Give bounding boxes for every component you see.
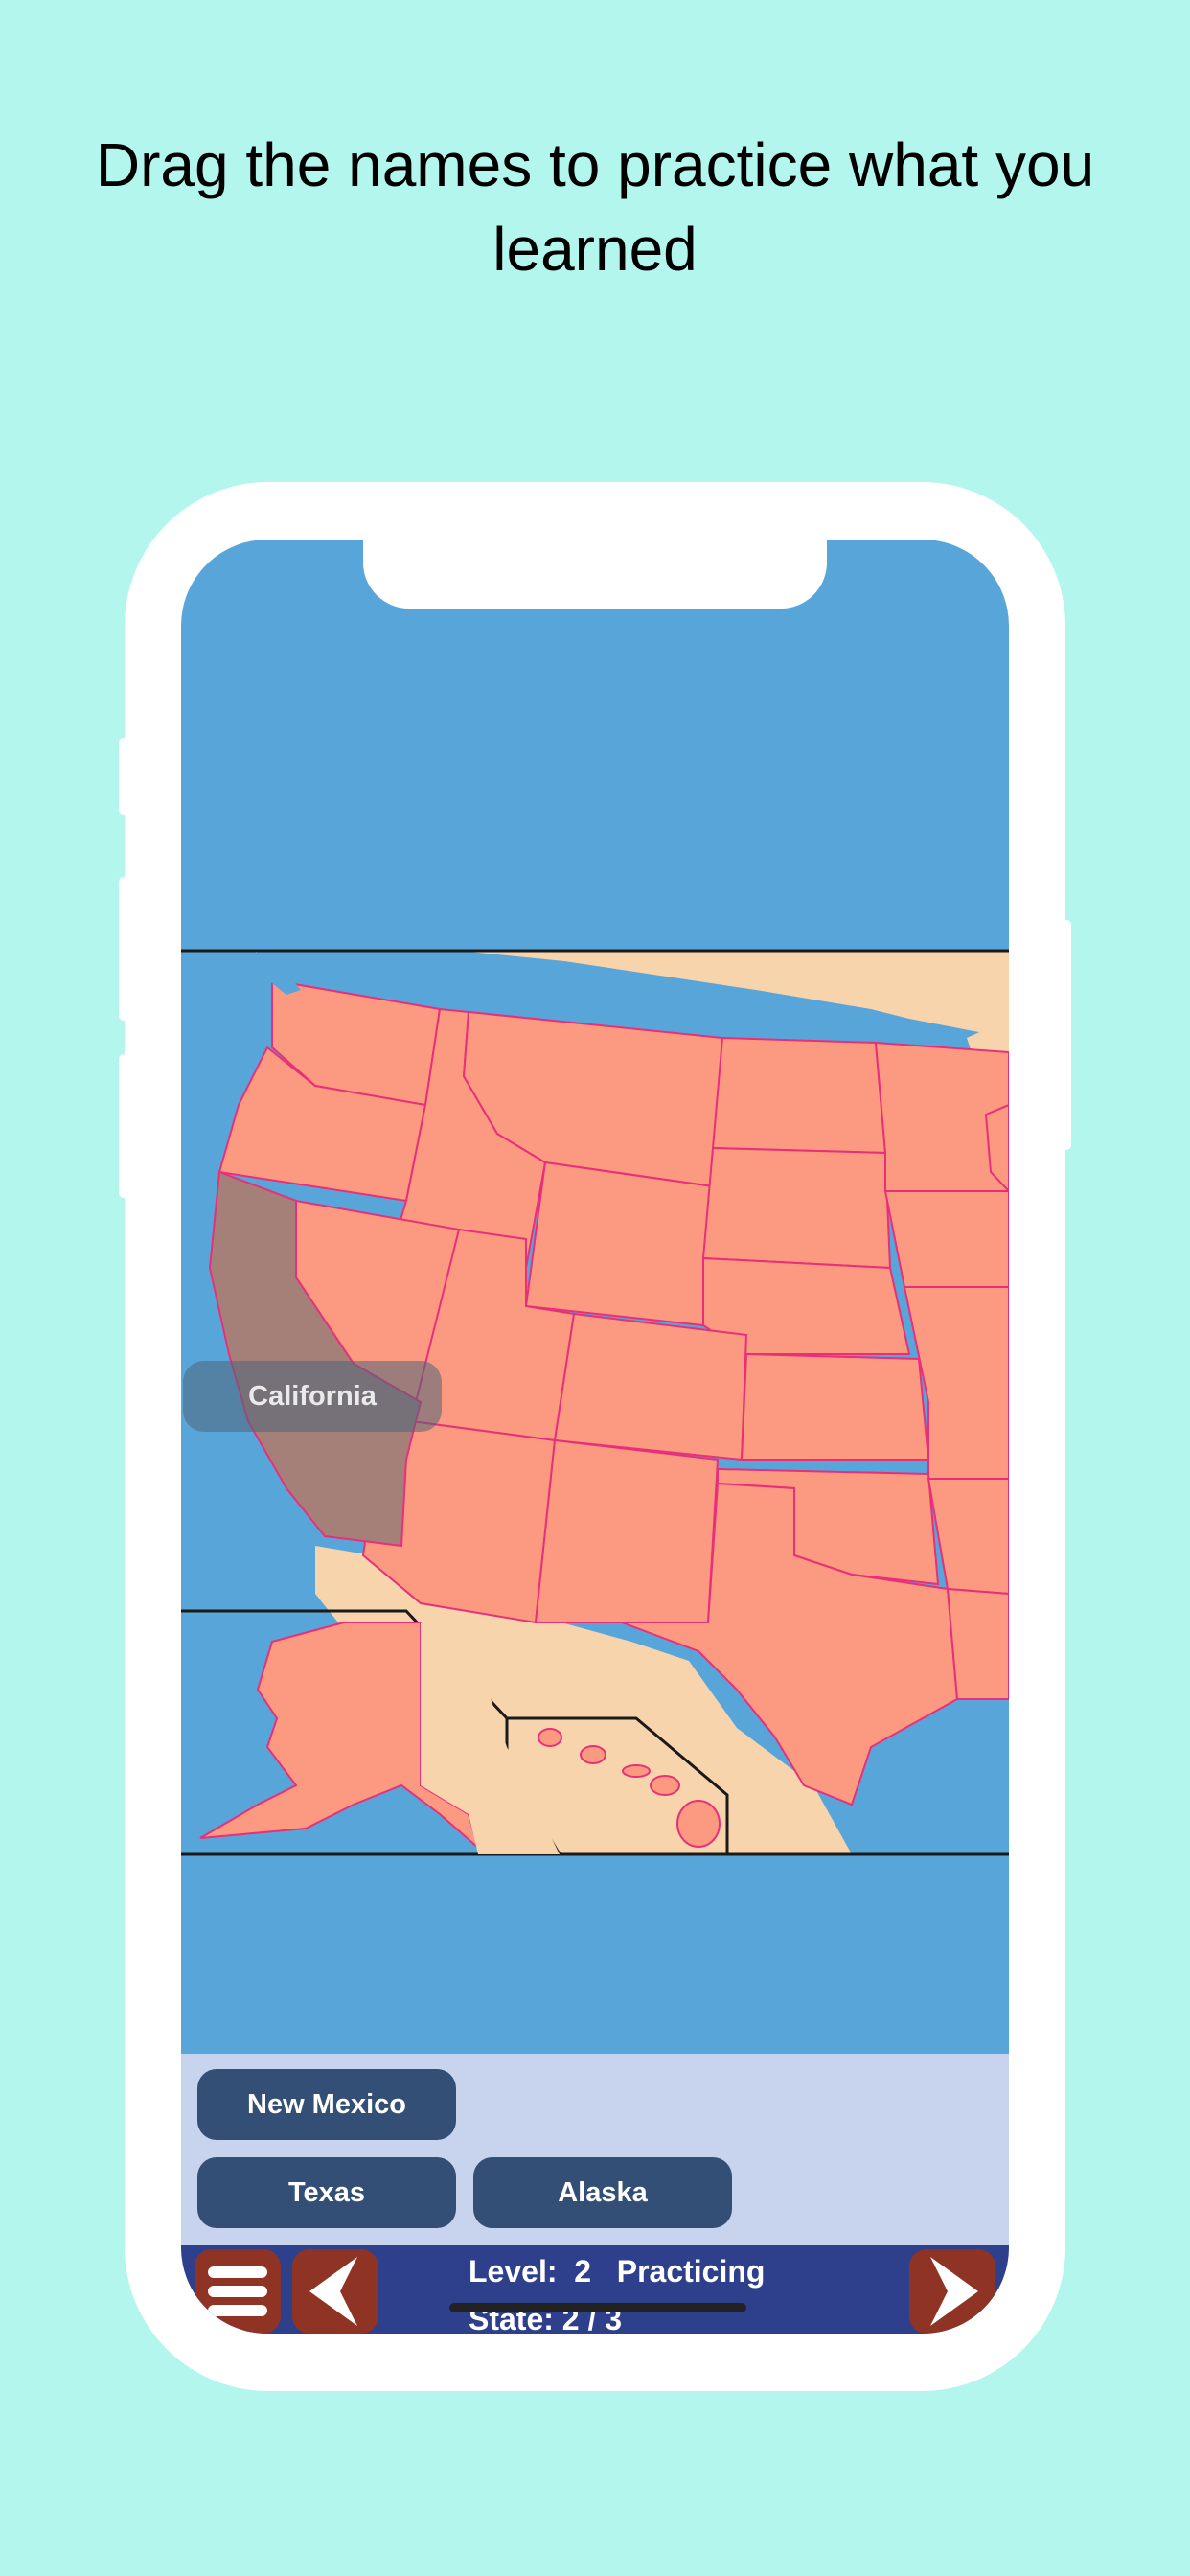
hawaii-molokai [622,1764,651,1778]
hamburger-menu-icon [208,2266,267,2316]
home-indicator[interactable] [449,2303,746,2312]
phone-notch [363,540,827,609]
name-chip-texas[interactable]: Texas [197,2157,456,2228]
state-louisiana [946,1587,1009,1700]
hawaii-maui [650,1775,680,1796]
state-iowa [883,1190,1009,1288]
back-button[interactable] [292,2249,378,2334]
level-status: Level: 2 Practicing [469,2254,766,2288]
phone-frame: California New Mexico Texas Alaska Level… [125,482,1065,2391]
forward-button[interactable] [909,2249,995,2334]
name-chip-alaska[interactable]: Alaska [473,2157,732,2228]
hawaii-big-island [676,1800,721,1848]
menu-button[interactable] [195,2249,281,2334]
status-text: Level: 2 Practicing State: 2 / 3 [469,2247,765,2334]
state-wyoming [524,1161,715,1327]
name-tray: New Mexico Texas Alaska [181,2054,1009,2245]
name-chip-new-mexico[interactable]: New Mexico [197,2069,456,2140]
bottom-bar: Level: 2 Practicing State: 2 / 3 [181,2245,1009,2334]
app-screen: California New Mexico Texas Alaska Level… [181,540,1009,2334]
state-progress: State: 2 / 3 [469,2302,623,2334]
arrow-right-icon [930,2257,978,2326]
state-south-dakota [701,1146,892,1270]
headline: Drag the names to practice what you lear… [95,130,1095,284]
hawaii-oahu [580,1745,606,1764]
state-north-dakota [711,1036,887,1155]
state-kansas [740,1352,930,1460]
state-colorado [553,1312,748,1461]
arrow-left-icon [309,2257,357,2326]
hawaii-kauai [538,1728,562,1747]
dragged-name-chip-california[interactable]: California [183,1361,442,1432]
state-new-mexico [534,1438,720,1623]
